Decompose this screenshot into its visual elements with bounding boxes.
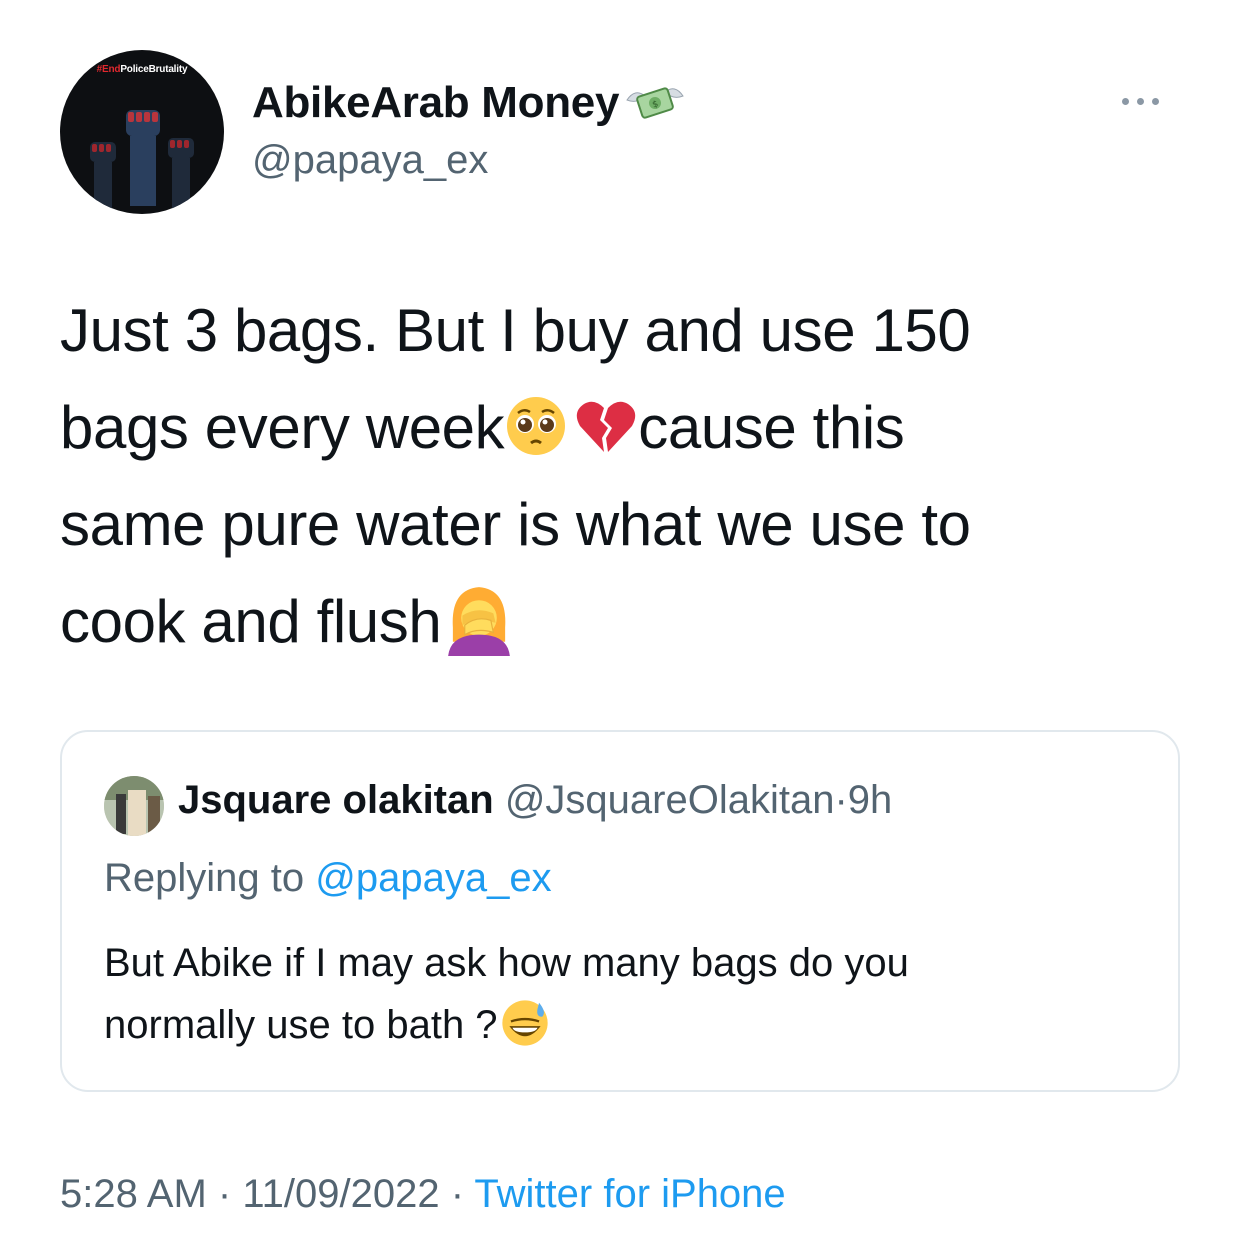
replying-to-mention[interactable]: @papaya_ex (315, 856, 551, 900)
quoted-avatar-photo (104, 776, 164, 836)
tweet-time[interactable]: 5:28 AM (60, 1172, 207, 1216)
woman-facepalming-icon (448, 587, 511, 656)
tweet-meta: 5:28 AM · 11/09/2022 · Twitter for iPhon… (60, 1172, 786, 1217)
quoted-line: normally use to bath ? (104, 994, 1134, 1056)
pleading-face-icon (507, 397, 566, 455)
broken-heart-icon (577, 401, 636, 452)
tweet-source-link[interactable]: Twitter for iPhone (474, 1172, 785, 1216)
quoted-separator: · (834, 778, 848, 822)
avatar[interactable]: #EndPoliceBrutality (60, 50, 224, 214)
tweet-text: Just 3 bags. But I buy and use 150 bags … (60, 282, 1160, 670)
replying-to-line: Replying to @papaya_ex (104, 856, 552, 901)
quoted-handle[interactable]: @JsquareOlakitan (505, 778, 835, 822)
author-handle[interactable]: @papaya_ex (252, 138, 488, 183)
quoted-tweet-card[interactable]: Jsquare olakitan @JsquareOlakitan·9h Rep… (60, 730, 1180, 1092)
money-with-wings-icon: $ (626, 87, 684, 119)
quoted-header: Jsquare olakitan @JsquareOlakitan·9h (178, 778, 892, 823)
replying-prefix: Replying to (104, 856, 305, 900)
author-name-row[interactable]: AbikeArab Money $ (252, 78, 687, 128)
quoted-time[interactable]: 9h (848, 778, 893, 822)
more-dot (1136, 97, 1144, 105)
tweet-line: Just 3 bags. But I buy and use 150 (60, 297, 971, 364)
quoted-text: But Abike if I may ask how many bags do … (104, 932, 1134, 1056)
more-options-button[interactable] (1100, 84, 1180, 118)
meta-separator: · (217, 1172, 232, 1216)
tweet-line: cook and flush (60, 573, 1160, 670)
meta-separator: · (450, 1172, 465, 1216)
tweet-date[interactable]: 11/09/2022 (242, 1172, 439, 1216)
tweet-line: bags every week cause this (60, 394, 905, 461)
grinning-face-with-sweat-icon (501, 1000, 548, 1046)
quoted-line: But Abike if I may ask how many bags do … (104, 941, 909, 985)
raised-fists-icon (90, 110, 194, 214)
tweet-line: same pure water is what we use to (60, 491, 971, 558)
more-dot (1121, 97, 1129, 105)
quoted-name[interactable]: Jsquare olakitan (178, 778, 494, 822)
quoted-avatar[interactable] (104, 776, 164, 836)
more-dot (1151, 97, 1159, 105)
author-display-name[interactable]: AbikeArab Money (252, 78, 619, 128)
